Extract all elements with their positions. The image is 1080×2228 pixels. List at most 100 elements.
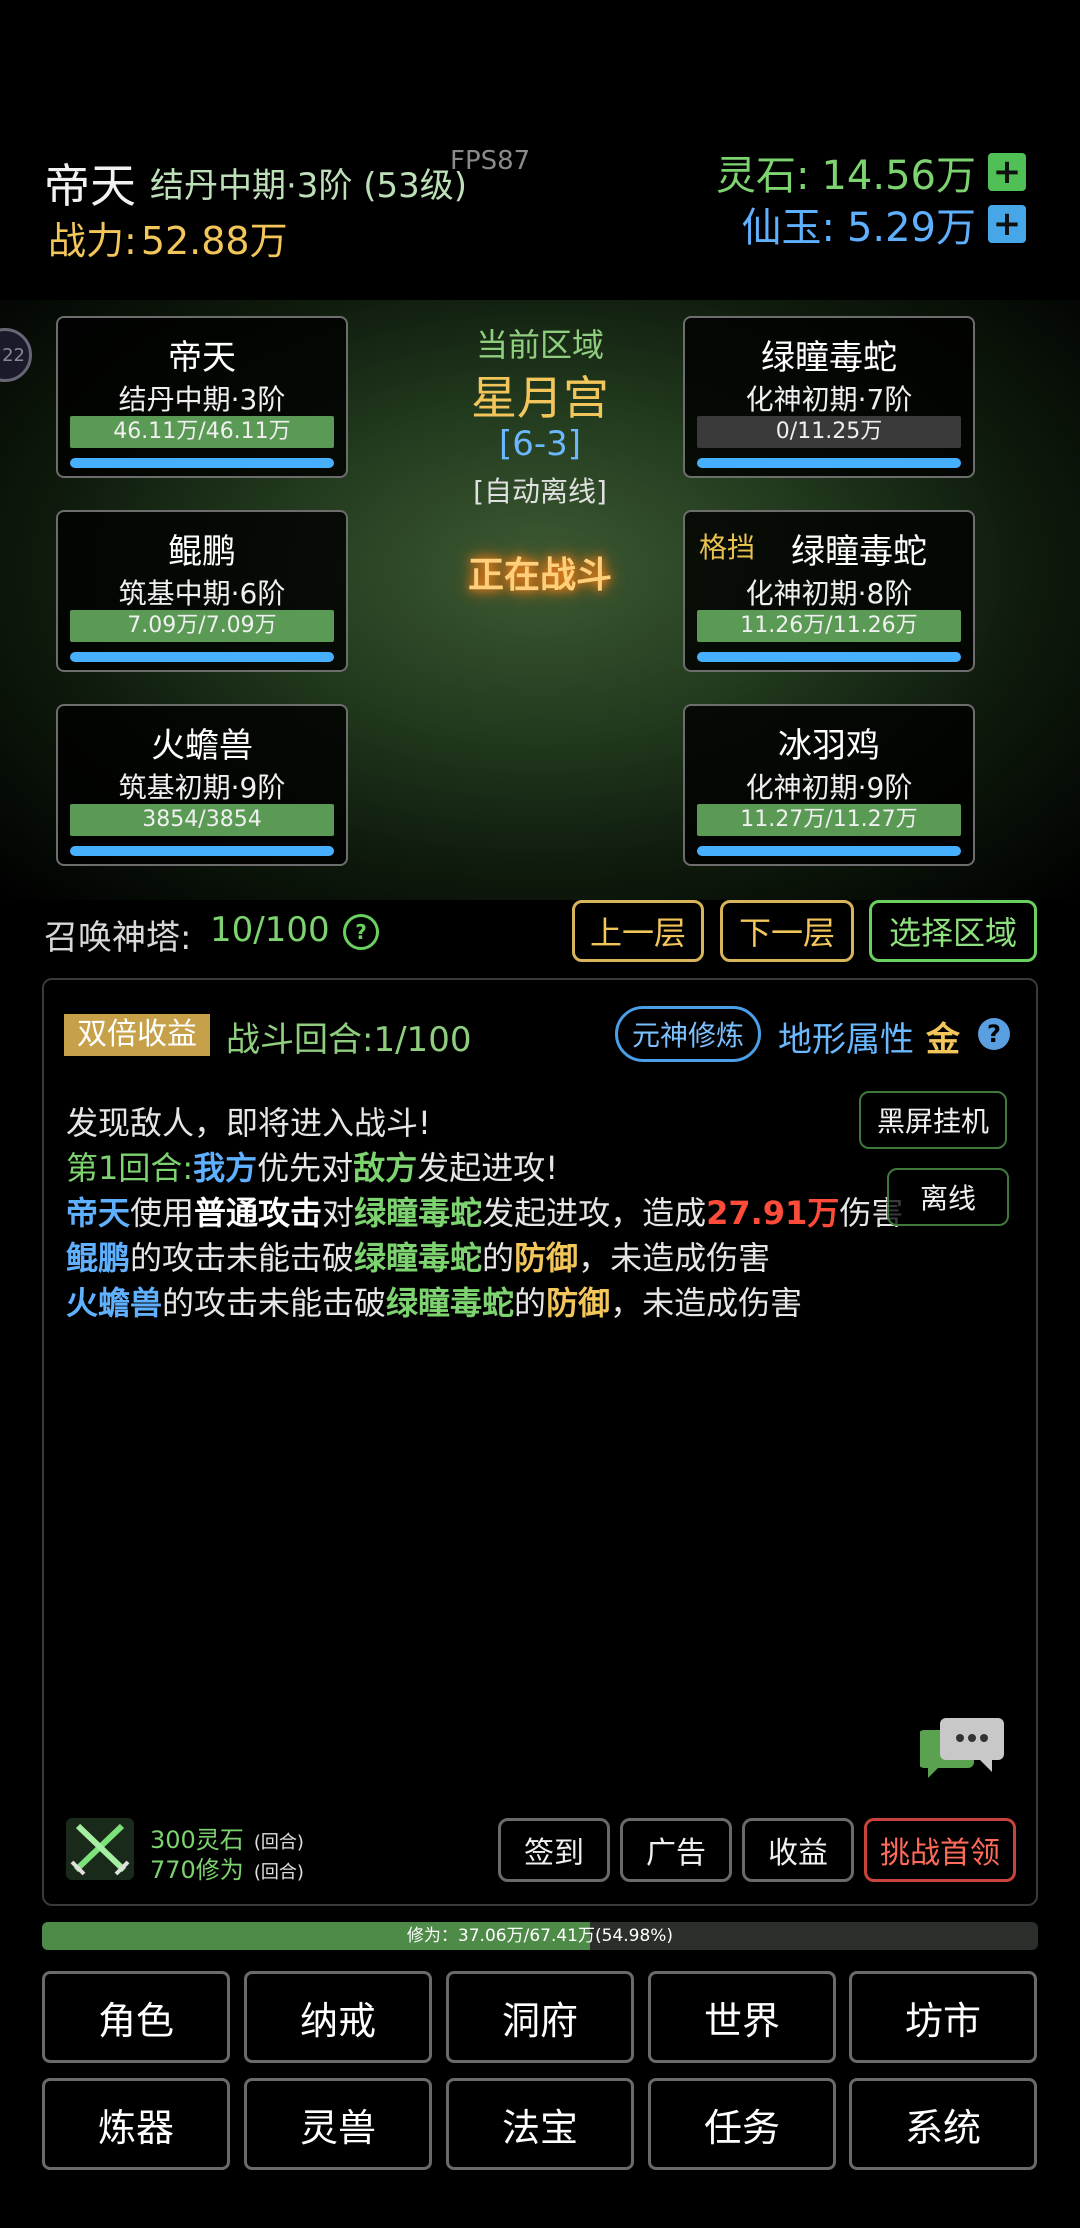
- income-button[interactable]: 收益: [742, 1818, 854, 1882]
- select-area-button[interactable]: 选择区域: [869, 900, 1037, 962]
- log-text: 敌方: [353, 1149, 418, 1187]
- unit-name: 绿瞳毒蛇: [791, 532, 927, 572]
- unit-name: 帝天: [168, 338, 236, 378]
- battle-status: 正在战斗: [467, 555, 612, 596]
- lingshi-display: 灵石: 14.56万 +: [716, 146, 1026, 199]
- player-name: 帝天: [44, 159, 136, 213]
- hp-bar: 11.26万/11.26万: [697, 610, 961, 642]
- log-text: 27.91万: [706, 1194, 840, 1232]
- unit-rank: 筑基初期·9阶: [118, 771, 286, 804]
- prev-floor-button[interactable]: 上一层: [572, 900, 704, 962]
- nav-market[interactable]: 坊市: [849, 1971, 1037, 2063]
- unit-rank: 结丹中期·3阶: [118, 383, 286, 416]
- cultivation-progress-bar: 修为：37.06万/67.41万(54.98%): [42, 1922, 1038, 1950]
- log-text: 发现敌人，即将进入战斗!: [66, 1104, 431, 1142]
- unit-name: 冰羽鸡: [778, 726, 880, 766]
- tower-help-icon[interactable]: ?: [343, 914, 379, 950]
- log-line: 发现敌人，即将进入战斗!: [66, 1098, 431, 1144]
- log-text: 第1回合:: [66, 1149, 194, 1187]
- energy-bar: [697, 652, 961, 662]
- log-text: 使用: [130, 1194, 195, 1232]
- ally-card[interactable]: 帝天 结丹中期·3阶 46.11万/46.11万: [56, 316, 348, 478]
- power-label: 战力:: [48, 219, 137, 263]
- log-text: 鲲鹏: [66, 1239, 131, 1277]
- round-value: 1/100: [373, 1020, 472, 1060]
- nav-cave[interactable]: 洞府: [446, 1971, 634, 2063]
- reward-unit: (回合): [253, 1862, 304, 1883]
- area-code: [6-3]: [498, 424, 582, 464]
- offline-button[interactable]: 离线: [887, 1168, 1009, 1226]
- tower-label: 召唤神塔:: [44, 918, 192, 958]
- area-mode: [自动离线]: [473, 475, 607, 508]
- log-text: 对: [322, 1194, 355, 1232]
- log-text: 火蟾兽: [66, 1284, 163, 1322]
- log-text: 的: [514, 1284, 547, 1322]
- nav-world[interactable]: 世界: [648, 1971, 836, 2063]
- enemy-card[interactable]: 格挡 绿瞳毒蛇 化神初期·8阶 11.26万/11.26万: [683, 510, 975, 672]
- unit-rank: 化神初期·8阶: [745, 577, 913, 610]
- unit-name: 绿瞳毒蛇: [761, 338, 897, 378]
- area-label: 当前区域: [475, 326, 604, 364]
- yuanshen-train-button[interactable]: 元神修炼: [615, 1006, 761, 1062]
- log-line: 第1回合:我方优先对敌方发起进攻!: [66, 1143, 558, 1189]
- log-text: 帝天: [66, 1194, 131, 1232]
- unit-rank: 筑基中期·6阶: [118, 577, 286, 610]
- nav-treasure[interactable]: 法宝: [446, 2078, 634, 2170]
- player-realm: 结丹中期·3阶 (53级): [150, 166, 468, 206]
- cultivation-progress-text: 修为：37.06万/67.41万(54.98%): [406, 1926, 674, 1946]
- lingshi-label: 灵石:: [716, 153, 810, 199]
- ad-button[interactable]: 广告: [620, 1818, 732, 1882]
- log-text: ，未造成伤害: [610, 1284, 803, 1322]
- log-text: 防御: [546, 1284, 611, 1322]
- log-text: 发起进攻，造成: [482, 1194, 707, 1232]
- ally-card[interactable]: 火蟾兽 筑基初期·9阶 3854/3854: [56, 704, 348, 866]
- energy-bar: [70, 458, 334, 468]
- nav-spirit-beast[interactable]: 灵兽: [244, 2078, 432, 2170]
- nav-refining[interactable]: 炼器: [42, 2078, 230, 2170]
- hp-bar: 7.09万/7.09万: [70, 610, 334, 642]
- log-text: 的: [482, 1239, 515, 1277]
- nav-quest[interactable]: 任务: [648, 2078, 836, 2170]
- power-display: 战力: 52.88万: [44, 210, 288, 265]
- log-text: 的攻击未能击破: [162, 1284, 387, 1322]
- hp-bar: 3854/3854: [70, 804, 334, 836]
- terrain-help-icon[interactable]: ?: [978, 1018, 1010, 1050]
- lingshi-value: 14.56万: [821, 153, 976, 199]
- log-text: 我方: [193, 1149, 258, 1187]
- log-text: 防御: [514, 1239, 579, 1277]
- hp-bar: 11.27万/11.27万: [697, 804, 961, 836]
- log-text: 绿瞳毒蛇: [386, 1284, 515, 1322]
- fps-counter: FPS87: [450, 146, 531, 176]
- terrain-value: 金: [926, 1020, 960, 1060]
- unit-name: 火蟾兽: [151, 726, 253, 766]
- chat-icon[interactable]: [920, 1716, 1006, 1782]
- crossed-swords-icon: [66, 1818, 134, 1880]
- signin-button[interactable]: 签到: [498, 1818, 610, 1882]
- nav-system[interactable]: 系统: [849, 2078, 1037, 2170]
- enemy-card[interactable]: 冰羽鸡 化神初期·9阶 11.27万/11.27万: [683, 704, 975, 866]
- hp-bar: 0/11.25万: [697, 416, 961, 448]
- terrain-label: 地形属性: [778, 1020, 914, 1060]
- log-line: 火蟾兽的攻击未能击破绿瞳毒蛇的防御，未造成伤害: [66, 1278, 802, 1324]
- reward-xiuwei: 770修为 (回合): [150, 1850, 304, 1885]
- nav-storage-ring[interactable]: 纳戒: [244, 1971, 432, 2063]
- add-lingshi-button[interactable]: +: [988, 152, 1026, 192]
- unit-rank: 化神初期·9阶: [745, 771, 913, 804]
- next-floor-button[interactable]: 下一层: [720, 900, 854, 962]
- unit-name: 鲲鹏: [168, 532, 236, 572]
- blackscreen-idle-button[interactable]: 黑屏挂机: [859, 1091, 1007, 1149]
- nav-character[interactable]: 角色: [42, 1971, 230, 2063]
- ally-card[interactable]: 鲲鹏 筑基中期·6阶 7.09万/7.09万: [56, 510, 348, 672]
- add-xianyu-button[interactable]: +: [988, 204, 1026, 244]
- power-value: 52.88万: [140, 219, 288, 263]
- hp-bar: 46.11万/46.11万: [70, 416, 334, 448]
- log-text: 绿瞳毒蛇: [354, 1194, 483, 1232]
- challenge-boss-button[interactable]: 挑战首领: [864, 1818, 1016, 1882]
- enemy-card[interactable]: 绿瞳毒蛇 化神初期·7阶 0/11.25万: [683, 316, 975, 478]
- energy-bar: [70, 652, 334, 662]
- log-text: 的攻击未能击破: [130, 1239, 355, 1277]
- log-line: 帝天使用普通攻击对绿瞳毒蛇发起进攻，造成27.91万伤害: [66, 1188, 903, 1234]
- battle-round: 战斗回合:1/100: [226, 1012, 471, 1061]
- energy-bar: [697, 458, 961, 468]
- unit-rank: 化神初期·7阶: [745, 383, 913, 416]
